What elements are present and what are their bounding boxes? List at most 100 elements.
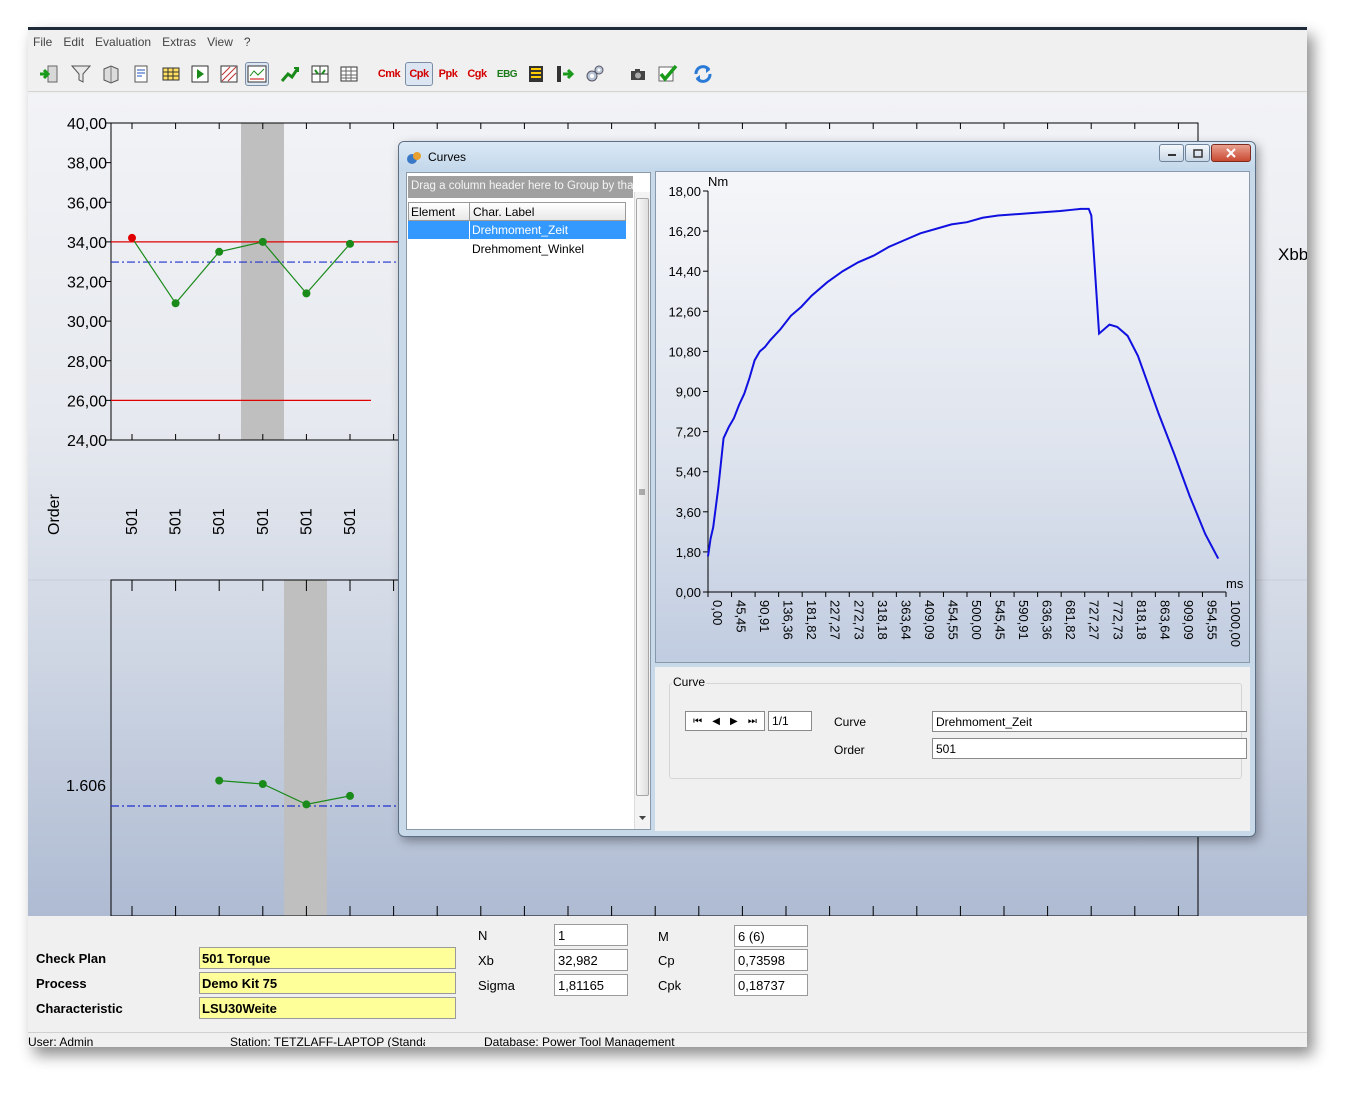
refresh-button[interactable] [691, 62, 715, 86]
x-tick-label: 272,73 [851, 600, 866, 640]
check-button[interactable] [655, 62, 679, 86]
row-element-cell [408, 240, 469, 258]
y-tick-label: 34,00 [67, 235, 107, 252]
hatch-button[interactable] [217, 62, 241, 86]
n-label: N [478, 928, 488, 943]
y-tick-label: 3,60 [676, 505, 701, 520]
process-field[interactable]: Demo Kit 75 [199, 972, 456, 994]
last-record-icon[interactable]: ⏭ [748, 716, 757, 727]
x-tick-label: 227,27 [828, 600, 843, 640]
table-row[interactable]: Drehmoment_Zeit [408, 221, 626, 239]
cmk-button[interactable]: Cmk [377, 62, 401, 86]
minimize-icon [1167, 154, 1176, 156]
x-tick-label: 363,64 [898, 600, 913, 640]
sample-point [302, 289, 311, 298]
x-tick-label: 954,55 [1204, 600, 1219, 640]
column-header-element[interactable]: Element [411, 205, 455, 219]
x-tick-label: 909,09 [1181, 600, 1196, 640]
highlight-band [241, 123, 284, 440]
menu-file[interactable]: File [33, 33, 58, 53]
group-by-hint[interactable]: Drag a column header here to Group by th… [408, 176, 633, 198]
minimize-button[interactable] [1159, 144, 1184, 162]
cpk-icon: Cpk [409, 68, 429, 80]
xb-field[interactable]: 32,982 [554, 949, 628, 971]
curve-chart-svg: 18,00 16,20 14,40 12,60 10,80 9,00 7,20 5,40 3,6… [668, 174, 1243, 647]
trend-button[interactable] [278, 62, 302, 86]
y-tick-label: 32,00 [67, 275, 107, 292]
column-header-char-label[interactable]: Char. Label [473, 205, 534, 219]
split-button[interactable] [308, 62, 332, 86]
order-field[interactable]: 501 [932, 738, 1247, 759]
sigma-label: Sigma [478, 978, 515, 993]
x-tick-label: 1000,00 [1228, 600, 1243, 647]
record-navigator: ⏮ ◀ ▶ ⏭ [685, 711, 765, 731]
next-record-icon[interactable]: ▶ [730, 716, 738, 727]
report-button[interactable] [129, 62, 153, 86]
status-user: User: Admin [28, 1035, 94, 1047]
dialog-title: Curves [428, 150, 467, 164]
play-button[interactable] [188, 62, 212, 86]
statusbar: User: Admin Station: TETZLAFF-LAPTOP (St… [28, 1032, 1307, 1047]
y-tick-label: 12,60 [668, 304, 701, 319]
characteristic-label: Characteristic [36, 1001, 123, 1016]
scrollbar-thumb[interactable] [636, 198, 649, 796]
close-button[interactable] [1211, 144, 1251, 162]
curve-navigation-panel: ⏮ ◀ ▶ ⏭ 1/1 Curve Drehmoment_Zeit Order … [655, 667, 1250, 831]
cgk-button[interactable]: Cgk [465, 62, 489, 86]
vertical-scrollbar[interactable] [634, 192, 650, 829]
sigma-field[interactable]: 1,81165 [554, 974, 628, 996]
n-field[interactable]: 1 [554, 924, 628, 946]
curve-field[interactable]: Drehmoment_Zeit [932, 711, 1247, 732]
lower-sample-point [346, 791, 354, 800]
cpk-button[interactable]: Cpk [405, 62, 433, 86]
box-button[interactable] [99, 62, 123, 86]
settings-button[interactable] [582, 62, 606, 86]
filter-button[interactable] [69, 62, 93, 86]
import-icon [40, 65, 58, 83]
y-tick-label: 24,00 [67, 433, 107, 450]
sample-point [258, 237, 267, 246]
scroll-down-icon[interactable] [638, 815, 647, 821]
camera-button[interactable] [626, 62, 650, 86]
lower-sample-point [215, 776, 224, 785]
maximize-button[interactable] [1185, 144, 1210, 162]
dialog-titlebar[interactable]: Curves [399, 142, 1255, 171]
ebg-button[interactable]: EBG [495, 62, 519, 86]
menu-edit[interactable]: Edit [63, 33, 90, 53]
menu-evaluation[interactable]: Evaluation [95, 33, 157, 53]
m-field[interactable]: 6 (6) [734, 925, 808, 947]
menu-help[interactable]: ? [244, 33, 257, 53]
header-divider [469, 203, 470, 220]
y-tick-label: 40,00 [67, 116, 107, 133]
record-position-field[interactable]: 1/1 [768, 711, 812, 731]
cpk-field[interactable]: 0,18737 [734, 974, 808, 996]
curve-list-panel: Drag a column header here to Group by th… [406, 172, 651, 830]
first-record-icon[interactable]: ⏮ [693, 716, 702, 727]
y-tick-label: 30,00 [67, 314, 107, 331]
grid-button[interactable] [337, 62, 361, 86]
grid-header: Element Char. Label [408, 202, 626, 221]
lower-sample-point [302, 800, 311, 809]
gauge-button[interactable] [524, 62, 548, 86]
menu-extras[interactable]: Extras [162, 33, 202, 53]
characteristic-field[interactable]: LSU30Weite [199, 997, 456, 1019]
sample-point [215, 247, 224, 256]
check-plan-label: Check Plan [36, 951, 107, 966]
chart-view-button[interactable] [245, 62, 269, 86]
check-plan-field[interactable]: 501 Torque [199, 947, 456, 969]
y-tick-label: 16,20 [668, 224, 701, 239]
x-tick-label: 181,82 [804, 600, 819, 640]
ppk-button[interactable]: Ppk [436, 62, 460, 86]
table-button[interactable] [159, 62, 183, 86]
export-button[interactable] [552, 62, 576, 86]
cpk-label: Cpk [658, 978, 682, 993]
process-label: Process [36, 976, 87, 991]
cp-field[interactable]: 0,73598 [734, 949, 808, 971]
cgk-icon: Cgk [467, 68, 487, 80]
status-station: Station: TETZLAFF-LAPTOP (Standard) [230, 1035, 425, 1047]
y-tick-label: 10,80 [668, 344, 701, 359]
prev-record-icon[interactable]: ◀ [712, 716, 720, 727]
import-button[interactable] [37, 62, 61, 86]
menu-view[interactable]: View [207, 33, 239, 53]
table-row[interactable]: Drehmoment_Winkel [408, 240, 626, 258]
